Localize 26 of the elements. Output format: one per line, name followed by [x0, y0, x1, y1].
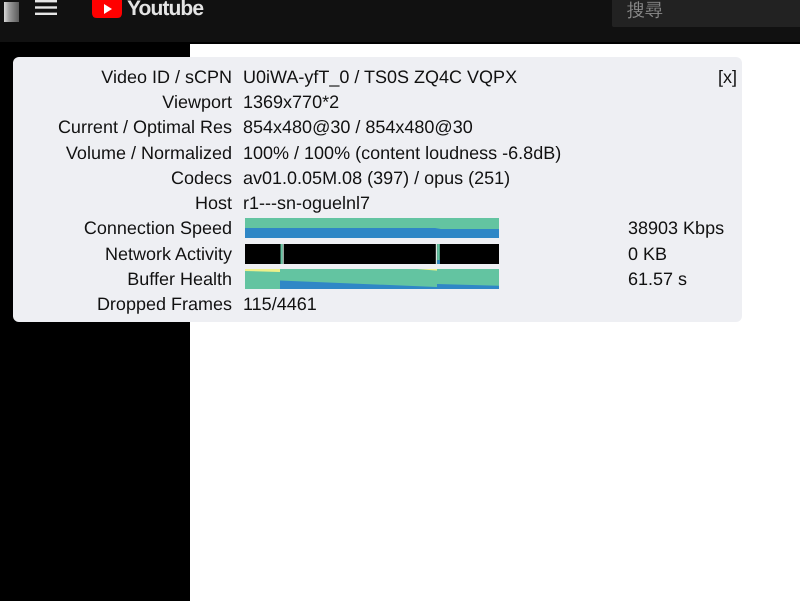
stat-label: Network Activity	[104, 242, 232, 265]
stat-reading: 0 KB	[628, 242, 668, 265]
close-button[interactable]: [x]	[718, 66, 737, 88]
logo-text[interactable]: Youtube	[127, 0, 204, 20]
block-icon	[4, 2, 19, 22]
stat-label: Current / Optimal Res	[56, 116, 232, 138]
menu-icon[interactable]	[35, 0, 57, 15]
stat-label: Dropped Frames	[96, 293, 232, 316]
stat-value: r1---sn-oguelnl7	[243, 192, 370, 214]
stat-reading: 38903 Kbps	[628, 217, 724, 240]
stat-label: Video ID / sCPN	[100, 66, 232, 88]
stat-value: av01.0.05M.08 (397) / opus (251)	[243, 166, 510, 189]
stat-value: 100% / 100% (content loudness -6.8dB)	[243, 142, 562, 164]
stat-reading: 61.57 s	[628, 268, 688, 290]
stat-label: Buffer Health	[126, 268, 232, 290]
stat-label: Connection Speed	[82, 217, 232, 240]
stat-value: 115/4461	[243, 293, 317, 316]
stat-label: Viewport	[161, 90, 232, 113]
stat-value: U0iWA-yfT_0 / TS0S ZQ4C VQPX	[243, 66, 518, 88]
play-logo-icon[interactable]	[92, 0, 122, 18]
search-field[interactable]: 搜尋	[612, 0, 800, 27]
stat-label: Host	[194, 192, 232, 214]
stat-value: 854x480@30 / 854x480@30	[243, 116, 473, 138]
stat-label: Codecs	[170, 166, 232, 189]
stat-value: 1369x770*2	[243, 90, 340, 113]
stat-label: Volume / Normalized	[64, 142, 232, 164]
